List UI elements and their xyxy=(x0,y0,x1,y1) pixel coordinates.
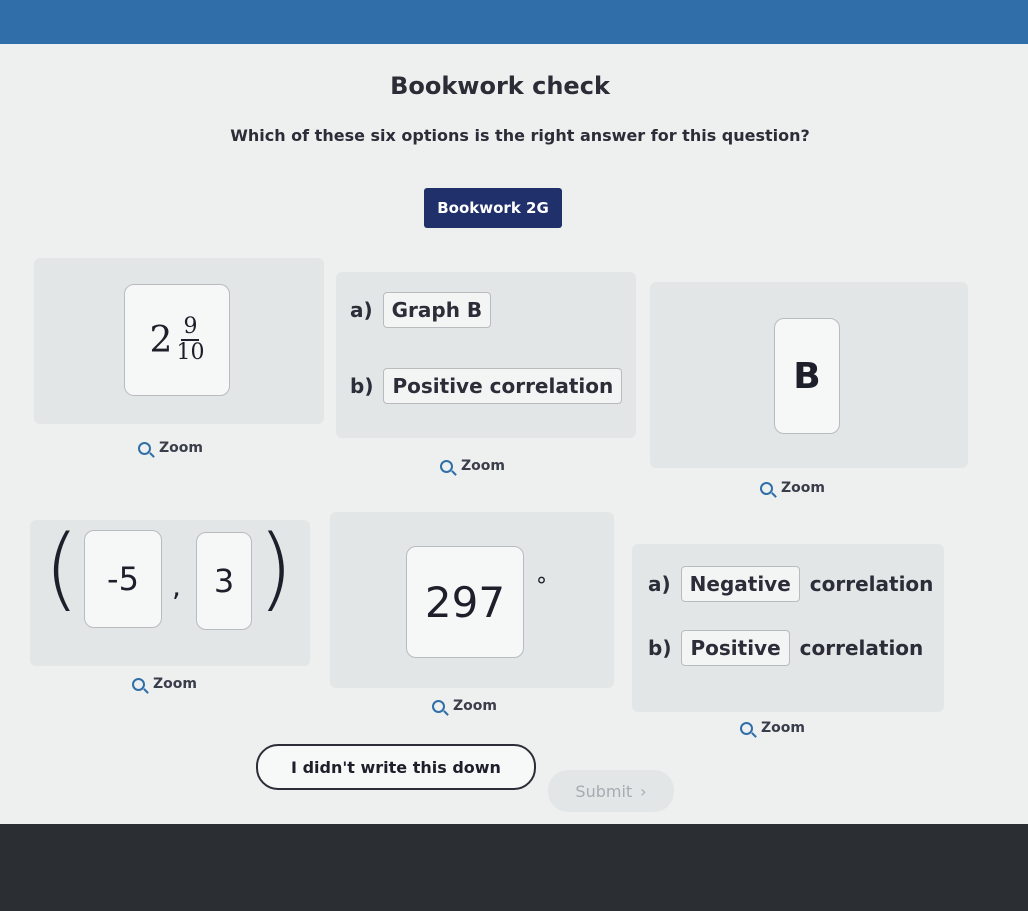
option-letter: b) xyxy=(648,636,672,660)
numerator: 9 xyxy=(181,314,200,341)
magnifier-icon xyxy=(432,699,445,713)
magnifier-icon xyxy=(138,441,151,455)
option-2a: a) Graph B xyxy=(350,292,492,328)
y-coordinate-box: 3 xyxy=(196,532,252,630)
magnifier-icon xyxy=(740,721,753,735)
magnifier-icon xyxy=(132,677,145,691)
submit-button[interactable]: Submit › xyxy=(548,770,674,812)
denominator: 10 xyxy=(176,340,205,365)
option-letter: b) xyxy=(350,374,374,398)
open-parenthesis: ( xyxy=(44,516,80,621)
angle-value: 297 xyxy=(424,577,506,627)
x-coordinate-box: -5 xyxy=(84,530,162,628)
y-coordinate: 3 xyxy=(213,562,235,600)
magnifier-icon xyxy=(760,481,773,495)
option-2b: b) Positive correlation xyxy=(350,368,623,404)
magnifier-icon xyxy=(440,459,453,473)
option-letter: a) xyxy=(648,572,671,596)
zoom-button-5[interactable]: Zoom xyxy=(432,698,497,714)
submit-label: Submit xyxy=(575,781,633,801)
zoom-button-6[interactable]: Zoom xyxy=(740,720,805,736)
close-parenthesis: ) xyxy=(258,516,294,621)
option-6a: a) Negative correlation xyxy=(648,566,933,602)
option-suffix: correlation xyxy=(809,572,934,596)
option-value: Positive xyxy=(681,630,790,666)
option-value: Graph B xyxy=(382,292,492,328)
zoom-label: Zoom xyxy=(453,698,497,714)
device-bezel xyxy=(0,824,1028,911)
option-card-1[interactable]: 2 9 10 xyxy=(34,258,324,424)
answer-letter: B xyxy=(793,355,821,397)
didnt-write-button[interactable]: I didn't write this down xyxy=(256,744,536,790)
zoom-label: Zoom xyxy=(781,480,825,496)
chevron-right-icon: › xyxy=(640,781,647,801)
option-6b: b) Positive correlation xyxy=(648,630,923,666)
zoom-label: Zoom xyxy=(153,676,197,692)
zoom-label: Zoom xyxy=(159,440,203,456)
bookwork-code-badge: Bookwork 2G xyxy=(424,188,562,228)
answer-box: 2 9 10 xyxy=(124,284,230,396)
coordinate-separator: , xyxy=(172,570,181,603)
option-value: Positive correlation xyxy=(383,368,623,404)
degree-symbol: ° xyxy=(536,574,547,599)
whole-part: 2 xyxy=(149,319,173,361)
option-letter: a) xyxy=(350,298,373,322)
zoom-button-1[interactable]: Zoom xyxy=(138,440,203,456)
zoom-button-2[interactable]: Zoom xyxy=(440,458,505,474)
option-card-5[interactable]: 297 ° xyxy=(330,512,614,688)
zoom-button-4[interactable]: Zoom xyxy=(132,676,197,692)
zoom-label: Zoom xyxy=(461,458,505,474)
zoom-button-3[interactable]: Zoom xyxy=(760,480,825,496)
instruction-text: Which of these six options is the right … xyxy=(230,126,810,145)
option-suffix: correlation xyxy=(799,636,924,660)
page-title: Bookwork check xyxy=(390,72,610,100)
option-card-3[interactable]: B xyxy=(650,282,968,468)
option-value: Negative xyxy=(680,566,800,602)
answer-box: 297 xyxy=(406,546,524,658)
answer-box: B xyxy=(774,318,840,434)
zoom-label: Zoom xyxy=(761,720,805,736)
x-coordinate: -5 xyxy=(107,560,139,598)
mixed-number: 2 9 10 xyxy=(150,315,205,365)
fraction: 9 10 xyxy=(176,315,204,365)
